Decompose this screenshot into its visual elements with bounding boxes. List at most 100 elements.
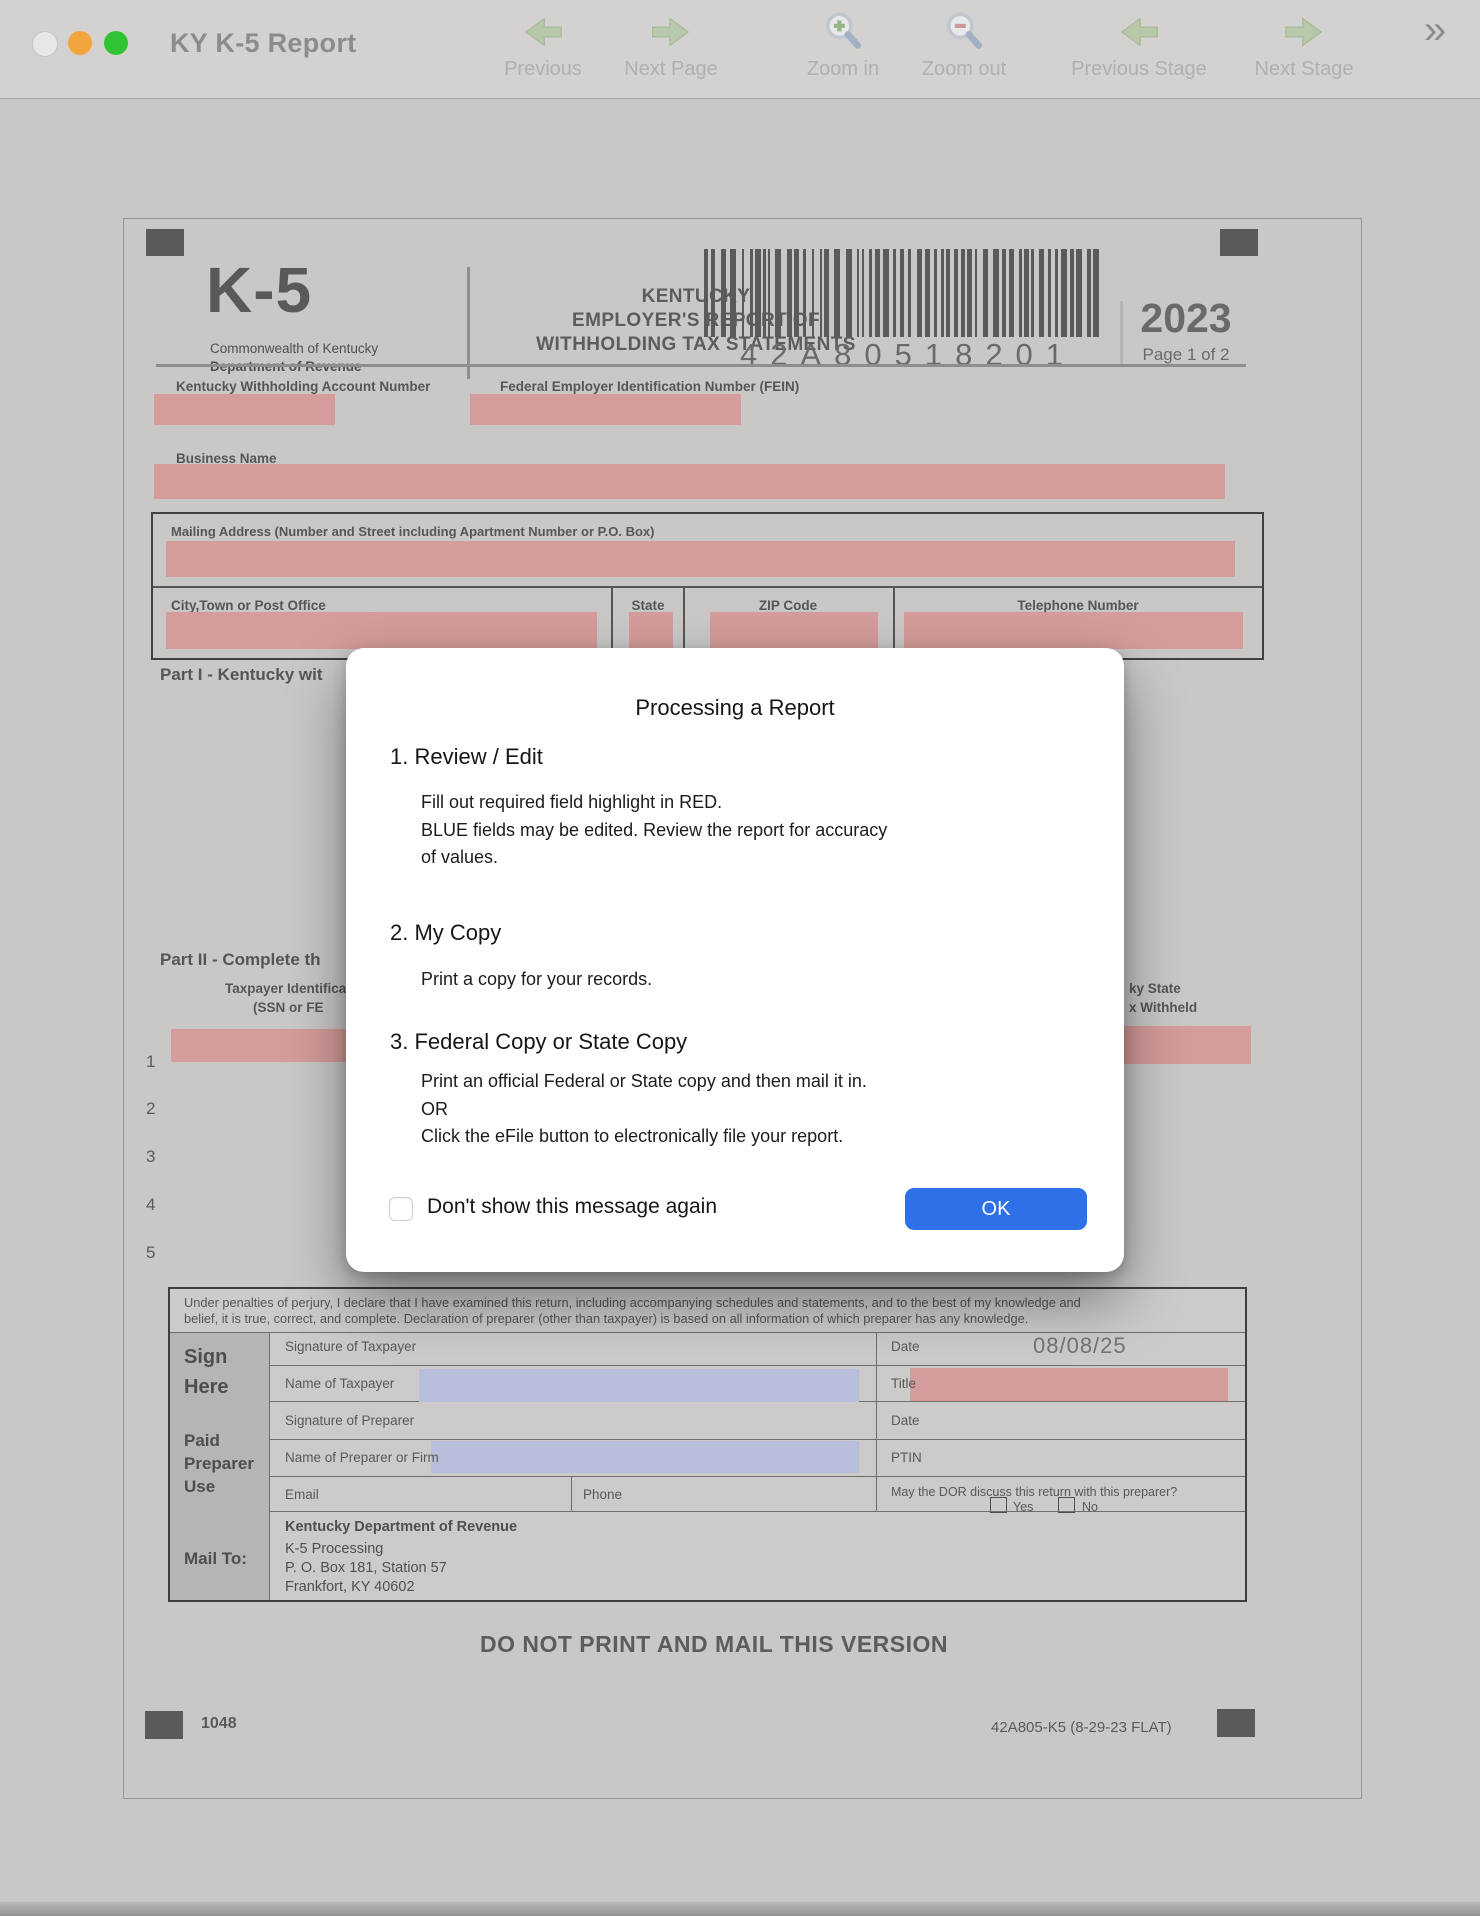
withholding-account-field[interactable]: [154, 394, 335, 425]
mailing-address-label: Mailing Address (Number and Street inclu…: [171, 524, 654, 539]
toolbar-label: Zoom out: [904, 58, 1024, 81]
toolbar-label: Next Page: [611, 58, 731, 81]
body-line: of values.: [421, 844, 887, 872]
zip-field[interactable]: [710, 612, 878, 649]
magnifier-minus-icon: [904, 10, 1024, 56]
part2-row-number: 3: [146, 1147, 155, 1167]
paid-preparer-label: Use: [184, 1477, 215, 1497]
do-not-print-warning: DO NOT PRINT AND MAIL THIS VERSION: [124, 1631, 1304, 1658]
toolbar-label: Next Stage: [1224, 58, 1384, 81]
zip-label: ZIP Code: [698, 598, 878, 613]
date-label: Date: [891, 1413, 920, 1428]
name-taxpayer-field[interactable]: [419, 1369, 859, 1402]
form-version: 42A805-K5 (8-29-23 FLAT): [991, 1719, 1172, 1736]
fein-field[interactable]: [470, 394, 741, 425]
part2-row1-tin-field[interactable]: [171, 1029, 349, 1062]
date-value[interactable]: 08/08/25: [1033, 1333, 1127, 1359]
window-toolbar: KY K-5 Report Previous Next Page Z: [0, 0, 1480, 99]
dialog-section-3-heading: 3. Federal Copy or State Copy: [390, 1029, 687, 1055]
toolbar-label: Zoom in: [783, 58, 903, 81]
city-field[interactable]: [166, 612, 597, 649]
ptin-label: PTIN: [891, 1450, 922, 1465]
doc-number: 1048: [201, 1715, 237, 1733]
toolbar-button-next-stage[interactable]: Next Stage: [1224, 10, 1384, 81]
dor-question: May the DOR discuss this return with thi…: [891, 1485, 1177, 1499]
date-label: Date: [891, 1339, 920, 1354]
state-field[interactable]: [629, 612, 673, 649]
toolbar-button-previous[interactable]: Previous: [483, 10, 603, 81]
page-indicator: Page 1 of 2: [1130, 345, 1242, 365]
close-window-icon[interactable]: [32, 31, 58, 57]
phone-field[interactable]: [904, 612, 1243, 649]
dor-no-checkbox[interactable]: [1058, 1497, 1075, 1513]
registration-mark: [1217, 1709, 1255, 1737]
toolbar-button-next-page[interactable]: Next Page: [611, 10, 731, 81]
dialog-section-1-heading: 1. Review / Edit: [390, 744, 543, 770]
perjury-line: belief, it is true, correct, and complet…: [184, 1311, 1232, 1327]
city-label: City,Town or Post Office: [171, 598, 326, 613]
dor-no-label: No: [1082, 1500, 1098, 1514]
mail-to-label: Mail To:: [184, 1549, 247, 1569]
registration-mark: [146, 229, 184, 256]
tax-year: 2023: [1130, 295, 1242, 342]
form-code: K-5: [206, 253, 312, 327]
minimize-window-icon[interactable]: [68, 31, 92, 55]
mail-to-line: Kentucky Department of Revenue: [285, 1519, 517, 1535]
body-line: Click the eFile button to electronically…: [421, 1123, 867, 1151]
part2-tax-column-header: ky State: [1129, 981, 1181, 996]
dialog-section-2-body: Print a copy for your records.: [421, 966, 652, 994]
part1-heading: Part I - Kentucky wit: [160, 665, 322, 685]
dont-show-again-checkbox[interactable]: [389, 1197, 413, 1221]
dor-yes-label: Yes: [1013, 1500, 1033, 1514]
dor-yes-checkbox[interactable]: [990, 1497, 1007, 1513]
part2-row-number: 5: [146, 1243, 155, 1263]
part2-tax-column-header: x Withheld: [1129, 1000, 1197, 1015]
body-line: BLUE fields may be edited. Review the re…: [421, 817, 887, 845]
mailing-address-field[interactable]: [166, 541, 1235, 577]
part2-row-number: 2: [146, 1099, 155, 1119]
signature-taxpayer-label: Signature of Taxpayer: [285, 1339, 416, 1354]
zoom-window-icon[interactable]: [104, 31, 128, 55]
name-preparer-label: Name of Preparer or Firm: [285, 1450, 439, 1465]
section-number: 2.: [390, 920, 408, 945]
ok-button[interactable]: OK: [905, 1188, 1087, 1230]
state-label: State: [613, 598, 683, 613]
paid-preparer-label: Paid: [184, 1431, 220, 1451]
section-title: My Copy: [414, 920, 501, 945]
toolbar-button-zoom-out[interactable]: Zoom out: [904, 10, 1024, 81]
toolbar-label: Previous Stage: [1059, 58, 1219, 81]
phone-label: Telephone Number: [913, 598, 1243, 613]
mail-to-line: P. O. Box 181, Station 57: [285, 1560, 447, 1576]
title-label: Title: [891, 1376, 916, 1391]
header-divider: [1120, 301, 1123, 365]
dialog-section-1-body: Fill out required field highlight in RED…: [421, 789, 887, 872]
perjury-line: Under penalties of perjury, I declare th…: [184, 1295, 1232, 1311]
business-name-field[interactable]: [154, 464, 1225, 499]
barcode: [704, 249, 1104, 337]
toolbar-button-zoom-in[interactable]: Zoom in: [783, 10, 903, 81]
barcode-value: 42A80518201: [712, 337, 1104, 373]
section-title: Review / Edit: [414, 744, 542, 769]
toolbar-overflow-icon[interactable]: »: [1424, 8, 1446, 52]
part2-row-number: 4: [146, 1195, 155, 1215]
name-preparer-field[interactable]: [431, 1441, 859, 1473]
perjury-statement: Under penalties of perjury, I declare th…: [184, 1295, 1232, 1327]
header-divider: [467, 267, 470, 379]
registration-mark: [1220, 229, 1258, 256]
signature-gutter: Sign Here Paid Preparer Use Mail To:: [170, 1333, 270, 1600]
dont-show-again-label: Don't show this message again: [427, 1195, 717, 1219]
mail-to-line: Frankfort, KY 40602: [285, 1579, 415, 1595]
phone-label: Phone: [583, 1487, 622, 1502]
toolbar-button-previous-stage[interactable]: Previous Stage: [1059, 10, 1219, 81]
title-field[interactable]: [910, 1368, 1228, 1401]
sign-here-label: Here: [184, 1376, 228, 1399]
body-line: Print a copy for your records.: [421, 966, 652, 994]
registration-mark: [145, 1711, 183, 1739]
name-taxpayer-label: Name of Taxpayer: [285, 1376, 394, 1391]
section-number: 1.: [390, 744, 408, 769]
arrow-right-icon: [611, 10, 731, 56]
withholding-account-label: Kentucky Withholding Account Number: [176, 379, 430, 394]
app-window: KY K-5 Report Previous Next Page Z: [0, 0, 1480, 1916]
body-line: Print an official Federal or State copy …: [421, 1068, 867, 1096]
window-title: KY K-5 Report: [170, 28, 356, 59]
